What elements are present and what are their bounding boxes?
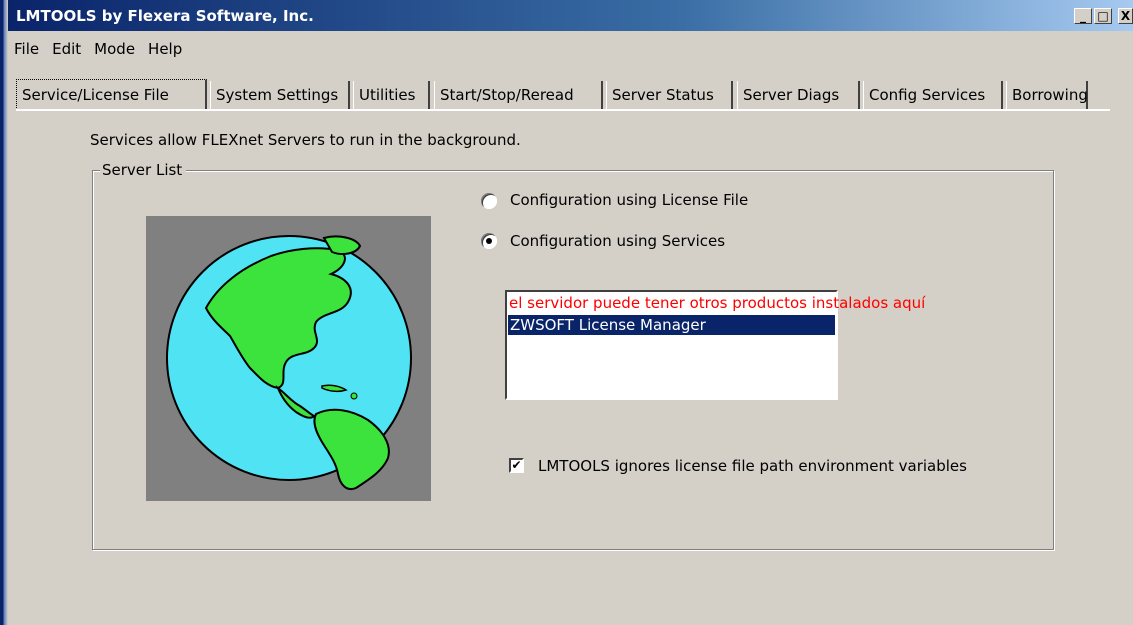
services-radio-label[interactable]: Configuration using Services — [510, 232, 725, 250]
menu-bar: File Edit Mode Help — [8, 40, 189, 62]
globe-icon — [146, 216, 431, 501]
window-title: LMTOOLS by Flexera Software, Inc. — [16, 7, 314, 25]
services-description: Services allow FLEXnet Servers to run in… — [90, 131, 521, 149]
tab-start-stop-reread[interactable]: Start/Stop/Reread — [434, 81, 603, 109]
tab-panel-edge — [16, 109, 1110, 111]
tab-config-services[interactable]: Config Services — [863, 81, 1003, 109]
menu-file[interactable]: File — [8, 40, 46, 58]
window-left-edge — [0, 0, 8, 625]
menu-mode[interactable]: Mode — [88, 40, 142, 58]
tab-utilities[interactable]: Utilities — [353, 81, 430, 109]
tab-server-diags[interactable]: Server Diags — [737, 81, 860, 109]
title-bar[interactable]: LMTOOLS by Flexera Software, Inc. _ □ X — [8, 0, 1133, 31]
minimize-button[interactable]: _ — [1074, 8, 1092, 24]
close-button[interactable]: X — [1118, 8, 1133, 24]
services-radio[interactable] — [481, 233, 497, 249]
license-file-radio-label[interactable]: Configuration using License File — [510, 191, 748, 209]
ignore-env-label[interactable]: LMTOOLS ignores license file path enviro… — [538, 457, 967, 475]
tab-borrowing[interactable]: Borrowing — [1006, 81, 1088, 109]
menu-edit[interactable]: Edit — [46, 40, 88, 58]
license-file-radio[interactable] — [481, 193, 497, 209]
menu-help[interactable]: Help — [142, 40, 189, 58]
ignore-env-checkbox[interactable]: ✔ — [509, 458, 524, 473]
tab-server-status[interactable]: Server Status — [606, 81, 733, 109]
maximize-button[interactable]: □ — [1094, 8, 1112, 24]
server-list-label: Server List — [100, 161, 187, 179]
tab-system-settings[interactable]: System Settings — [210, 81, 350, 109]
tab-service-license-file[interactable]: Service/License File — [16, 79, 207, 110]
list-item[interactable]: ZWSOFT License Manager — [508, 315, 835, 335]
annotation-text: el servidor puede tener otros productos … — [509, 294, 926, 312]
